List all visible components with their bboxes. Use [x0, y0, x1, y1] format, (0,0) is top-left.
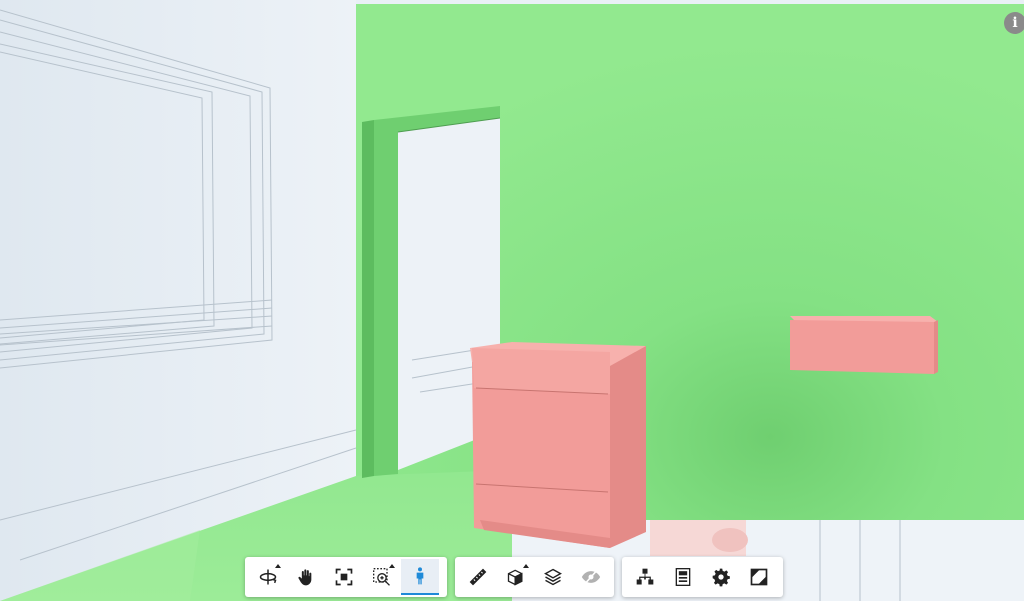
properties-icon [675, 568, 691, 586]
navigation-toolbar [245, 557, 447, 597]
settings-button[interactable] [702, 559, 740, 595]
model-toolbar [455, 557, 614, 597]
fullscreen-icon [750, 568, 768, 586]
section-box-button[interactable] [497, 559, 535, 595]
wall-cabinet-highlighted [790, 316, 938, 374]
first-person-button[interactable] [401, 559, 439, 595]
model-browser-icon [636, 568, 654, 585]
measure-button[interactable] [459, 559, 497, 595]
3d-scene[interactable] [0, 0, 1024, 601]
flyout-indicator [275, 564, 281, 568]
3d-viewport[interactable] [0, 0, 1024, 601]
settings-gear-icon [712, 568, 730, 587]
fit-to-view-button[interactable] [325, 559, 363, 595]
first-person-icon [416, 567, 424, 585]
fit-to-view-icon [335, 568, 353, 586]
model-browser-button[interactable] [626, 559, 664, 595]
pan-icon [298, 569, 312, 586]
orbit-icon [259, 569, 277, 585]
fullscreen-button[interactable] [740, 559, 778, 595]
hide-eye-icon [581, 568, 601, 586]
hide-objects-button[interactable] [572, 559, 610, 595]
base-cabinet-highlighted [470, 342, 646, 548]
flyout-indicator [522, 564, 529, 568]
flyout-indicator [389, 564, 395, 568]
info-button[interactable]: i [1004, 12, 1024, 34]
pan-tool-button[interactable] [287, 559, 325, 595]
layers-button[interactable] [535, 559, 573, 595]
layers-icon [544, 568, 563, 586]
orbit-tool-button[interactable] [249, 559, 287, 595]
measure-icon [469, 568, 487, 586]
properties-button[interactable] [664, 559, 702, 595]
settings-toolbar [622, 557, 783, 597]
section-box-icon [507, 569, 523, 586]
zoom-window-button[interactable] [363, 559, 401, 595]
zoom-window-icon [373, 568, 390, 586]
